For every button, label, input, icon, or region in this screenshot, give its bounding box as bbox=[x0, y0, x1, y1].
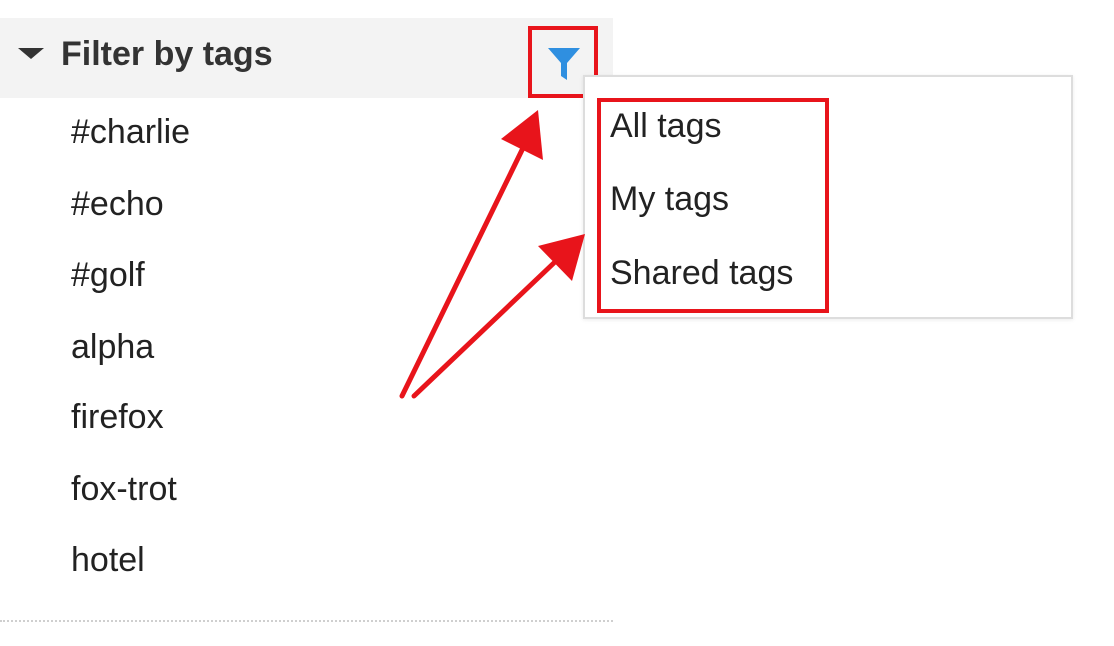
tag-item-golf[interactable]: #golf bbox=[71, 253, 145, 297]
arrow-to-filter-icon bbox=[399, 110, 543, 399]
funnel-icon bbox=[548, 48, 580, 80]
tag-item-firefox[interactable]: firefox bbox=[71, 395, 164, 439]
menu-item-shared-tags[interactable]: Shared tags bbox=[610, 251, 793, 295]
tag-item-echo[interactable]: #echo bbox=[71, 182, 164, 226]
panel-title: Filter by tags bbox=[61, 35, 273, 73]
menu-item-all-tags[interactable]: All tags bbox=[610, 104, 722, 148]
tag-item-hotel[interactable]: hotel bbox=[71, 538, 145, 582]
tag-item-charlie[interactable]: #charlie bbox=[71, 110, 190, 154]
arrow-to-menu bbox=[411, 234, 585, 399]
tag-item-alpha[interactable]: alpha bbox=[71, 325, 154, 369]
section-divider bbox=[0, 620, 613, 622]
tag-item-fox-trot[interactable]: fox-trot bbox=[71, 467, 177, 511]
menu-item-my-tags[interactable]: My tags bbox=[610, 177, 729, 221]
tag-filter-screenshot: Filter by tags #charlie #echo #golf alph… bbox=[0, 0, 1114, 646]
caret-down-icon[interactable] bbox=[18, 48, 44, 59]
